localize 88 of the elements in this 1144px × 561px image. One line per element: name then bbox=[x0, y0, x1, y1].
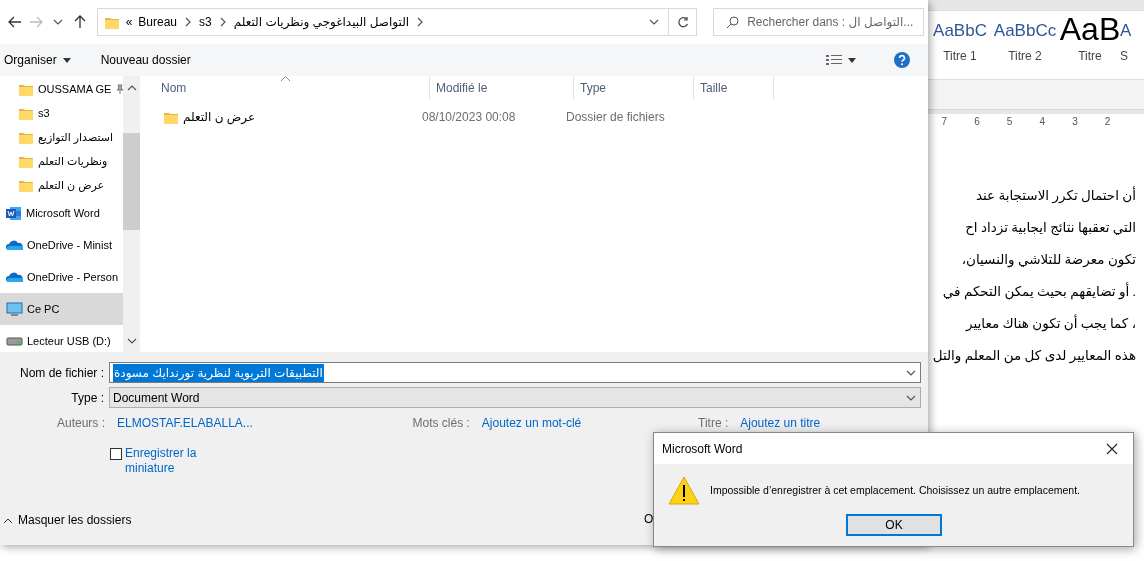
breadcrumb-item[interactable]: التواصل البيداغوجي ونظريات التعلم bbox=[233, 13, 410, 31]
caret-icon bbox=[4, 517, 12, 523]
field-label: Titre : bbox=[697, 415, 729, 432]
overflow-chevron[interactable]: « bbox=[125, 13, 133, 31]
caret-icon bbox=[848, 57, 856, 63]
caret-icon bbox=[62, 57, 71, 63]
cloud-icon bbox=[6, 239, 23, 251]
column-header[interactable]: Taille bbox=[694, 76, 774, 100]
hide-folders-button[interactable]: Masquer les dossiers bbox=[4, 511, 132, 529]
style-sample[interactable]: AaBbC bbox=[933, 11, 987, 47]
checkbox[interactable] bbox=[110, 448, 122, 460]
view-icon bbox=[826, 54, 842, 66]
ruler-number: 7 bbox=[941, 115, 948, 129]
sidebar-item[interactable]: Microsoft Word bbox=[0, 197, 123, 229]
field-label: Type : bbox=[70, 389, 104, 407]
breadcrumb-item[interactable]: Bureau bbox=[138, 13, 177, 31]
style-sample[interactable]: A bbox=[1120, 11, 1132, 47]
file-type: Dossier de fichiers bbox=[566, 109, 665, 126]
forward-arrow-icon bbox=[29, 16, 44, 28]
error-message: Impossible d’enregistrer à cet emplacement. Choisissez un autre emplacement. bbox=[710, 482, 1080, 498]
sidebar-item[interactable]: OneDrive - Person bbox=[0, 261, 123, 293]
up-arrow-icon bbox=[73, 15, 86, 29]
style-label[interactable]: Titre 2 bbox=[1008, 47, 1042, 65]
field-label: Mots clés : bbox=[411, 415, 470, 432]
scroll-down-icon bbox=[126, 336, 137, 346]
sidebar-item[interactable]: Lecteur USB (D:) bbox=[0, 325, 123, 352]
sort-caret-icon bbox=[281, 76, 290, 81]
drive-icon bbox=[6, 336, 23, 346]
search-icon bbox=[726, 15, 740, 29]
document-text: هذه المعايير لدى كل من المعلم والتل bbox=[931, 347, 1136, 366]
sidebar-item[interactable]: s3 bbox=[0, 101, 123, 125]
style-sample[interactable]: AaBbCc bbox=[993, 11, 1057, 47]
ruler-number: 5 bbox=[1006, 115, 1013, 129]
help-button[interactable] bbox=[894, 52, 910, 68]
breadcrumb-item[interactable]: s3 bbox=[199, 13, 212, 31]
author-value[interactable]: ELMOSTAF.ELABALLA... bbox=[117, 414, 253, 432]
document-text: ، كما يجب أن تكون هناك معايير bbox=[964, 313, 1136, 334]
sidebar-item[interactable]: OneDrive - Minist bbox=[0, 229, 123, 261]
caret-icon bbox=[53, 17, 64, 27]
scrollbar[interactable] bbox=[123, 76, 140, 352]
checkbox-label[interactable]: Enregistrer la miniature bbox=[125, 446, 205, 476]
refresh-icon bbox=[676, 16, 689, 28]
ruler-number: 3 bbox=[1072, 115, 1078, 129]
field-label: Nom de fichier : bbox=[18, 364, 104, 382]
organize-button[interactable]: Organiser bbox=[4, 51, 71, 69]
sidebar-item[interactable]: OUSSAMA GE bbox=[0, 77, 123, 101]
back-arrow-icon bbox=[7, 16, 22, 28]
caret-icon bbox=[649, 17, 660, 27]
close-icon bbox=[1106, 442, 1118, 455]
field-label: Auteurs : bbox=[55, 415, 105, 432]
button[interactable]: O bbox=[644, 510, 654, 528]
document-icon bbox=[6, 205, 22, 221]
sidebar-item[interactable]: استصدار التوازيع bbox=[0, 125, 123, 149]
ok-button[interactable]: OK bbox=[846, 514, 942, 536]
document-text: تكون معرضة للتلاشي والنسيان، bbox=[960, 251, 1136, 270]
ruler-number: 6 bbox=[974, 115, 980, 129]
new-folder-button[interactable]: Nouveau dossier bbox=[100, 51, 191, 69]
title-field[interactable]: Ajoutez un titre bbox=[740, 414, 821, 432]
sidebar-item[interactable]: عرض ن التعلم bbox=[0, 173, 123, 197]
column-header[interactable]: Modifié le bbox=[430, 76, 574, 100]
style-label[interactable]: S bbox=[1120, 47, 1128, 65]
file-date: 08/10/2023 00:08 bbox=[422, 109, 517, 126]
scroll-up-icon bbox=[126, 83, 137, 93]
scroll-thumb[interactable] bbox=[123, 133, 140, 230]
document-text: أن احتمال تكرر الاستجابة عند bbox=[974, 185, 1136, 206]
help-icon bbox=[894, 52, 910, 68]
style-label[interactable]: Titre 1 bbox=[943, 47, 977, 65]
column-header[interactable]: Type bbox=[574, 76, 694, 100]
style-sample[interactable]: AaB bbox=[1060, 11, 1120, 47]
document-text: . أو تضايقهم بحيث يمكن التحكم في bbox=[941, 281, 1136, 302]
computer-icon bbox=[6, 301, 23, 317]
document-text: التي تعقبها نتائج ايجابية تزداد اح bbox=[964, 219, 1136, 238]
cloud-icon bbox=[6, 271, 23, 283]
style-label[interactable]: Titre bbox=[1078, 47, 1102, 65]
chevron-icon bbox=[183, 17, 193, 27]
sidebar-item[interactable]: Ce PC bbox=[0, 293, 123, 325]
filename-field[interactable]: التطبيقات التربوية لنظرية تورندايك مسودة bbox=[109, 362, 921, 383]
file-type-dropdown[interactable]: Document Word bbox=[109, 387, 921, 408]
search-field[interactable]: Rechercher dans : التواصل ال... bbox=[713, 8, 924, 36]
dialog-title: Microsoft Word bbox=[662, 440, 743, 458]
view-button[interactable] bbox=[826, 54, 856, 66]
column-header[interactable]: Nom bbox=[155, 76, 430, 100]
keywords-field[interactable]: Ajoutez un mot-clé bbox=[481, 414, 582, 432]
ruler-number: 2 bbox=[1104, 115, 1111, 129]
warning-icon bbox=[668, 476, 700, 505]
ruler-number: 4 bbox=[1039, 115, 1046, 129]
sidebar-item[interactable]: ونظريات التعلم bbox=[0, 149, 123, 173]
file-name[interactable]: عرض ن التعلم bbox=[183, 108, 256, 126]
